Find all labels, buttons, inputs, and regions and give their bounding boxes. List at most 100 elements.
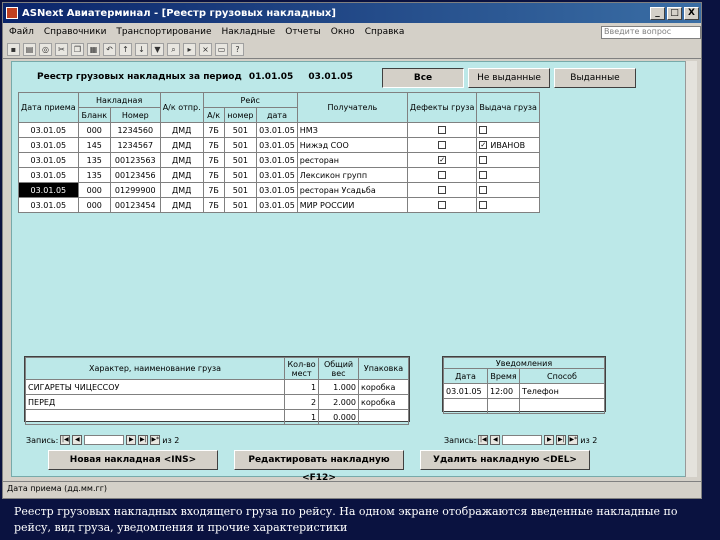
cell-flight-ak[interactable]: 7Б — [202, 122, 225, 138]
cell-number[interactable]: 01299900 — [109, 182, 161, 198]
filter-all-button[interactable]: Все накладные — [382, 68, 464, 101]
delete-record-icon[interactable]: × — [199, 43, 212, 56]
menu-file[interactable]: Файл — [7, 27, 36, 37]
cell-cargo-name[interactable]: ПЕРЕД — [24, 394, 286, 410]
defect-checkbox[interactable] — [438, 171, 447, 179]
table-row[interactable]: СИГАРЕТЫ ЧИЦЕССОУ 1 1.000 коробка — [24, 379, 409, 395]
prev-record-icon[interactable]: ◀ — [490, 435, 501, 445]
cell-number[interactable]: 00123456 — [109, 167, 161, 183]
menu-transport[interactable]: Транспортирование — [114, 27, 213, 37]
issued-checkbox[interactable] — [479, 201, 488, 209]
last-record-icon[interactable]: ▶| — [138, 435, 149, 445]
table-row[interactable]: 03.01.05 145 1234567 ДМД 7Б 501 03.01.05 Нижэд … — [18, 137, 540, 153]
next-record-icon[interactable]: ▶ — [544, 435, 555, 445]
empty-cell[interactable] — [443, 398, 488, 414]
table-row[interactable]: 03.01.05 000 01299900 ДМД 7Б 501 03.01.05 ресто… — [18, 182, 540, 198]
cell-receiver[interactable]: ресторан Усадьба — [296, 182, 408, 198]
cell-date[interactable]: 03.01.05 — [18, 122, 79, 138]
defect-checkbox[interactable]: ✓ — [438, 156, 447, 164]
first-record-icon[interactable]: |◀ — [478, 435, 489, 445]
cell-cargo-name[interactable]: СИГАРЕТЫ ЧИЦЕССОУ — [24, 379, 286, 395]
cell-receiver[interactable]: МИР РОССИИ — [296, 197, 408, 213]
cell-defects[interactable] — [406, 182, 478, 198]
cell-flight-no[interactable]: 501 — [223, 152, 258, 168]
help-search-input[interactable]: Введите вопрос — [601, 25, 701, 39]
cell-flight-date[interactable]: 03.01.05 — [256, 197, 298, 213]
table-row[interactable]: 03.01.05 135 00123456 ДМД 7Б 501 03.01.05 Лекси… — [18, 167, 540, 183]
next-record-icon[interactable]: ▶ — [126, 435, 137, 445]
cell-receiver[interactable]: Лексикон групп — [296, 167, 408, 183]
cell-cargo-weight[interactable]: 0.000 — [318, 409, 360, 425]
table-row[interactable] — [443, 398, 605, 414]
table-row[interactable]: 03.01.05 000 1234560 ДМД 7Б 501 03.01.05 НМЗ — [18, 122, 540, 138]
cell-blank[interactable]: 000 — [77, 182, 111, 198]
cell-ak[interactable]: ДМД — [159, 122, 204, 138]
menu-invoices[interactable]: Накладные — [219, 27, 277, 37]
cell-ak[interactable]: ДМД — [159, 137, 204, 153]
cell-flight-no[interactable]: 501 — [223, 137, 258, 153]
cell-cargo-pack[interactable]: коробка — [358, 379, 409, 395]
save-icon[interactable]: ▪ — [7, 43, 20, 56]
sort-desc-icon[interactable]: ↓ — [135, 43, 148, 56]
cell-cargo-weight[interactable]: 2.000 — [318, 394, 360, 410]
cell-blank[interactable]: 145 — [77, 137, 111, 153]
first-record-icon[interactable]: |◀ — [60, 435, 71, 445]
cell-date[interactable]: 03.01.05 — [18, 167, 79, 183]
cell-cargo-weight[interactable]: 1.000 — [318, 379, 360, 395]
cell-issued[interactable]: ✓ ИВАНОВ — [476, 137, 540, 153]
help-icon[interactable]: ? — [231, 43, 244, 56]
maximize-button[interactable]: □ — [667, 6, 682, 20]
empty-cell[interactable] — [487, 398, 520, 414]
cell-ak[interactable]: ДМД — [159, 197, 204, 213]
cell-blank[interactable]: 135 — [77, 167, 111, 183]
issued-checkbox[interactable] — [479, 126, 488, 134]
cell-cargo-pack[interactable]: коробка — [358, 394, 409, 410]
cell-issued[interactable] — [476, 197, 540, 213]
cell-flight-ak[interactable]: 7Б — [202, 197, 225, 213]
minimize-button[interactable]: _ — [650, 6, 665, 20]
record-number-input[interactable] — [84, 435, 125, 445]
cell-number[interactable]: 1234567 — [109, 137, 161, 153]
cell-date[interactable]: 03.01.05 — [18, 137, 79, 153]
filter-icon[interactable]: ▼ — [151, 43, 164, 56]
date-to[interactable]: 03.01.05 — [308, 72, 352, 82]
cell-issued[interactable] — [476, 152, 540, 168]
issued-checkbox[interactable] — [479, 186, 488, 194]
sort-asc-icon[interactable]: ↑ — [119, 43, 132, 56]
menu-refs[interactable]: Справочники — [42, 27, 109, 37]
cell-date[interactable]: 03.01.05 — [18, 152, 79, 168]
menu-help[interactable]: Справка — [363, 27, 407, 37]
cell-notice-date[interactable]: 03.01.05 — [443, 383, 488, 399]
cell-defects[interactable] — [406, 197, 478, 213]
cell-issued[interactable] — [476, 122, 540, 138]
copy-icon[interactable]: ❐ — [71, 43, 84, 56]
cell-flight-ak[interactable]: 7Б — [202, 182, 225, 198]
cell-flight-no[interactable]: 501 — [223, 182, 258, 198]
menu-reports[interactable]: Отчеты — [283, 27, 323, 37]
window-icon[interactable]: ▭ — [215, 43, 228, 56]
cell-receiver[interactable]: ресторан — [296, 152, 408, 168]
menu-window[interactable]: Окно — [329, 27, 357, 37]
cell-ak[interactable]: ДМД — [159, 182, 204, 198]
new-invoice-button[interactable]: Новая накладная <INS> — [48, 450, 218, 470]
table-row[interactable]: ПЕРЕД 2 2.000 коробка — [24, 394, 409, 410]
cell-notice-time[interactable]: 12:00 — [487, 383, 520, 399]
find-icon[interactable]: ⌕ — [167, 43, 180, 56]
prev-record-icon[interactable]: ◀ — [72, 435, 83, 445]
cell-defects[interactable] — [406, 167, 478, 183]
cell-issued[interactable] — [476, 182, 540, 198]
new-row-icon[interactable]: ▶* — [568, 435, 579, 445]
cell-number[interactable]: 00123454 — [109, 197, 161, 213]
cell-blank[interactable]: 000 — [77, 122, 111, 138]
cell-blank[interactable]: 135 — [77, 152, 111, 168]
defect-checkbox[interactable] — [438, 126, 447, 134]
close-button[interactable]: X — [684, 6, 699, 20]
cell-flight-date[interactable]: 03.01.05 — [256, 182, 298, 198]
cell-flight-ak[interactable]: 7Б — [202, 137, 225, 153]
cell-flight-date[interactable]: 03.01.05 — [256, 167, 298, 183]
cell-number[interactable]: 1234560 — [109, 122, 161, 138]
cell-flight-date[interactable]: 03.01.05 — [256, 122, 298, 138]
delete-invoice-button[interactable]: Удалить накладную <DEL> — [420, 450, 590, 470]
cell-cargo-qty[interactable]: 1 — [284, 409, 320, 425]
defect-checkbox[interactable] — [438, 141, 447, 149]
